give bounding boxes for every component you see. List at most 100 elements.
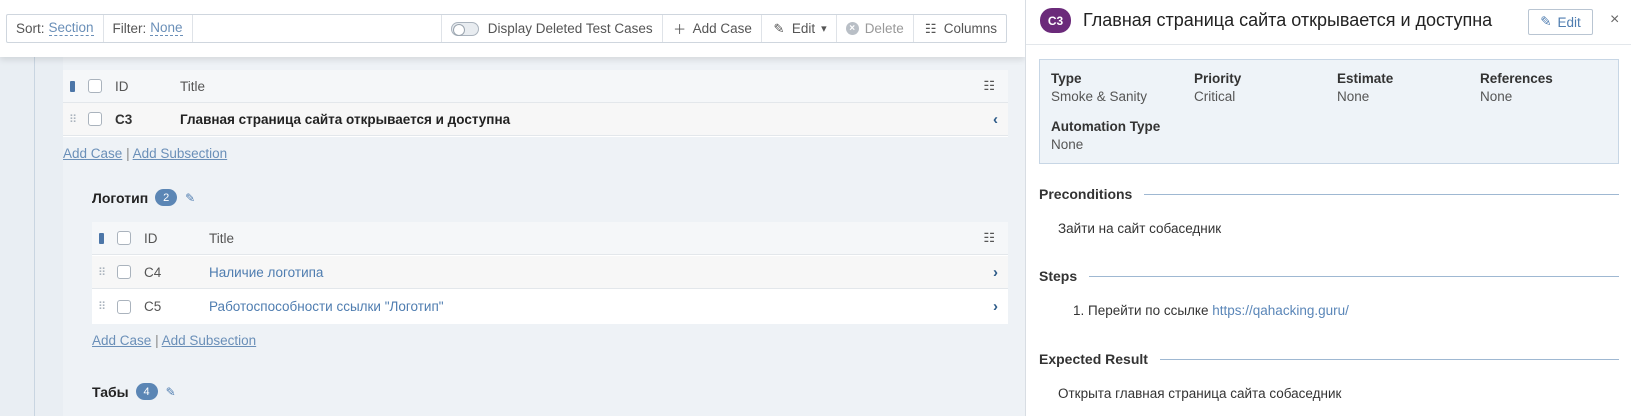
heading-rule xyxy=(1159,358,1619,360)
table-row[interactable]: ⠿ C5 Работоспособности ссылки "Логотип" … xyxy=(92,290,1008,323)
table-row[interactable]: ⠿ C4 Наличие логотипа › xyxy=(92,256,1008,289)
delete-circle-icon: × xyxy=(845,22,859,35)
add-case-link[interactable]: Add Case xyxy=(92,333,151,348)
pencil-icon: ✎ xyxy=(773,20,785,36)
logo-section-table: ID Title ☷ ⠿ C4 Наличие логотипа › ⠿ C5 … xyxy=(92,222,1008,324)
case-title-link[interactable]: Работоспособности ссылки "Логотип" xyxy=(209,299,444,314)
preconditions-text: Зайти на сайт собаседник xyxy=(1058,221,1222,236)
prop-type: Type Smoke & Sanity xyxy=(1051,71,1147,104)
filter-label: Filter: xyxy=(112,21,147,36)
columns-icon[interactable]: ☷ xyxy=(983,78,995,94)
sort-control[interactable]: Sort: Section xyxy=(7,15,104,42)
case-id-badge: C3 xyxy=(1040,8,1071,33)
chevron-left-icon[interactable]: ‹ xyxy=(993,111,998,128)
section-name: Табы xyxy=(92,383,129,400)
columns-button[interactable]: ☷ Columns xyxy=(914,15,1006,42)
add-subsection-link[interactable]: Add Subsection xyxy=(133,146,228,161)
section-header-logo: Логотип 2 ✎ xyxy=(92,189,195,206)
expected-result-label: Expected Result xyxy=(1039,351,1148,367)
case-title-link[interactable]: Наличие логотипа xyxy=(209,265,323,280)
prop-key: Automation Type xyxy=(1051,119,1161,134)
add-links-logo: Add Case | Add Subsection xyxy=(92,333,256,348)
expected-result-text: Открыта главная страница сайта собаседни… xyxy=(1058,386,1342,401)
toggle-switch[interactable] xyxy=(450,21,479,36)
edit-dropdown-button[interactable]: ✎ Edit ▾ xyxy=(762,15,837,42)
preconditions-label: Preconditions xyxy=(1039,186,1133,202)
prop-key: Type xyxy=(1051,71,1082,86)
case-count-badge: 2 xyxy=(155,189,178,206)
step-text: Перейти по ссылке xyxy=(1088,303,1209,318)
row-checkbox[interactable] xyxy=(88,112,102,126)
drag-handle-icon[interactable]: ⠿ xyxy=(98,266,106,279)
case-detail-pane: C3 Главная страница сайта открывается и … xyxy=(1025,0,1631,416)
step-number: 1. xyxy=(1073,303,1085,318)
toolbar-spacer xyxy=(193,15,442,42)
columns-icon[interactable]: ☷ xyxy=(983,230,995,246)
display-deleted-toggle[interactable]: Display Deleted Test Cases xyxy=(442,15,663,42)
edit-section-icon[interactable]: ✎ xyxy=(185,191,195,205)
add-case-link[interactable]: Add Case xyxy=(63,146,122,161)
add-subsection-link[interactable]: Add Subsection xyxy=(162,333,257,348)
filter-value-link[interactable]: None xyxy=(150,21,183,36)
prop-key: Estimate xyxy=(1337,71,1394,86)
prop-value: None xyxy=(1480,89,1513,104)
section-header-tabs: Табы 4 ✎ xyxy=(92,383,176,400)
filter-control[interactable]: Filter: None xyxy=(104,15,193,42)
table-header: ID Title ☷ xyxy=(92,222,1008,255)
add-links-top: Add Case | Add Subsection xyxy=(63,146,227,161)
toolbar: Sort: Section Filter: None Display Delet… xyxy=(0,0,1025,57)
drag-handle-icon[interactable]: ⠿ xyxy=(69,113,77,126)
prop-value: Smoke & Sanity xyxy=(1051,89,1148,104)
expected-result-heading: Expected Result xyxy=(1039,351,1619,367)
case-id: C4 xyxy=(144,264,162,280)
pencil-icon: ✎ xyxy=(1540,14,1552,29)
case-title[interactable]: Главная страница сайта открывается и дос… xyxy=(180,112,510,127)
prop-references: References None xyxy=(1480,71,1553,104)
close-icon[interactable]: × xyxy=(1610,11,1619,29)
detail-header: C3 Главная страница сайта открывается и … xyxy=(1040,8,1492,33)
edit-section-icon[interactable]: ✎ xyxy=(166,385,176,399)
add-case-button[interactable]: ＋ Add Case xyxy=(663,15,762,42)
chevron-right-icon[interactable]: › xyxy=(993,264,998,281)
plus-icon: ＋ xyxy=(673,22,687,37)
sort-value-link[interactable]: Section xyxy=(48,21,94,36)
chevron-down-icon: ▾ xyxy=(821,23,827,35)
link-separator: | xyxy=(126,146,130,161)
steps-heading: Steps xyxy=(1039,268,1619,284)
properties-box: Type Smoke & Sanity Priority Critical Es… xyxy=(1039,59,1619,164)
heading-rule xyxy=(1144,193,1619,195)
tree-rail xyxy=(34,57,35,416)
edit-label: Edit xyxy=(791,21,816,36)
step-url-link[interactable]: https://qahacking.guru/ xyxy=(1212,303,1349,318)
step-item: 1. Перейти по ссылке https://qahacking.g… xyxy=(1073,303,1349,318)
header-title: Title xyxy=(209,230,235,246)
toolbar-box: Sort: Section Filter: None Display Delet… xyxy=(6,14,1007,43)
row-checkbox[interactable] xyxy=(117,299,131,314)
table-header: ID Title ☷ xyxy=(63,70,1008,103)
drag-handle-icon[interactable]: ⠿ xyxy=(98,300,106,313)
edit-case-button[interactable]: ✎ Edit xyxy=(1528,9,1593,35)
row-checkbox[interactable] xyxy=(117,265,131,279)
prop-value: Critical xyxy=(1194,89,1236,104)
prop-estimate: Estimate None xyxy=(1337,71,1393,104)
header-id: ID xyxy=(144,230,158,246)
columns-label: Columns xyxy=(943,21,997,36)
preconditions-heading: Preconditions xyxy=(1039,186,1619,202)
section-name: Логотип xyxy=(92,189,149,206)
display-deleted-label: Display Deleted Test Cases xyxy=(487,21,653,36)
select-all-checkbox[interactable] xyxy=(88,79,102,93)
prop-value: None xyxy=(1337,89,1370,104)
prop-key: Priority xyxy=(1194,71,1242,86)
delete-button[interactable]: × Delete xyxy=(837,15,914,42)
select-mark-icon xyxy=(70,80,75,92)
select-all-checkbox[interactable] xyxy=(117,231,131,245)
chevron-right-icon[interactable]: › xyxy=(993,298,998,315)
steps-label: Steps xyxy=(1039,268,1078,284)
columns-icon: ☷ xyxy=(924,20,937,36)
link-separator: | xyxy=(155,333,159,348)
case-count-badge: 4 xyxy=(135,383,158,400)
table-row[interactable]: ⠿ C3 Главная страница сайта открывается … xyxy=(63,103,1008,136)
header-id: ID xyxy=(115,78,129,94)
case-id: C5 xyxy=(144,299,162,314)
sort-label: Sort: xyxy=(16,21,45,36)
